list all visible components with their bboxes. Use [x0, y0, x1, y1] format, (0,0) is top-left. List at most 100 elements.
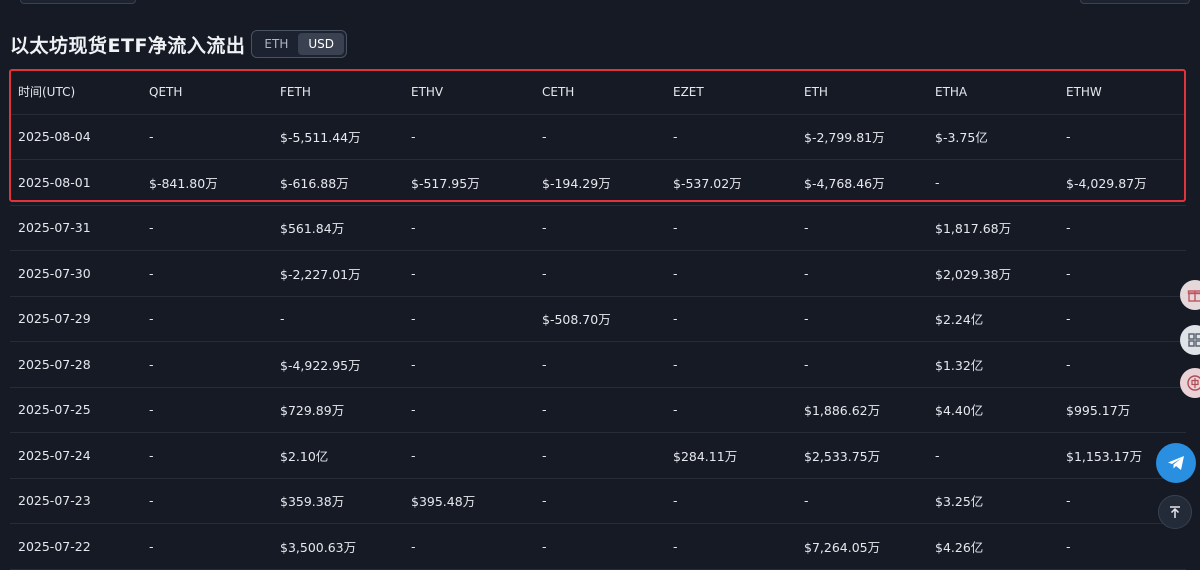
- cell-feth: $3,500.63万: [272, 524, 403, 570]
- cell-ethv: -: [403, 114, 534, 160]
- cell-feth: $729.89万: [272, 387, 403, 433]
- unit-toggle: ETH USD: [251, 30, 347, 58]
- cell-ezet: -: [665, 296, 796, 342]
- cell-date: 2025-07-29: [10, 296, 141, 342]
- cell-date: 2025-07-23: [10, 478, 141, 524]
- cell-ezet: -: [665, 114, 796, 160]
- cell-date: 2025-07-24: [10, 433, 141, 479]
- cell-qeth: -: [141, 251, 272, 297]
- cell-feth: -: [272, 296, 403, 342]
- cell-ceth: $-508.70万: [534, 296, 665, 342]
- cell-etha: -: [927, 433, 1058, 479]
- cell-ethv: -: [403, 251, 534, 297]
- cell-ezet: $-537.02万: [665, 160, 796, 206]
- telegram-button[interactable]: [1156, 443, 1196, 483]
- cell-eth: $7,264.05万: [796, 524, 927, 570]
- col-header-etha: ETHA: [927, 70, 1058, 114]
- col-header-ezet: EZET: [665, 70, 796, 114]
- language-icon: [1186, 374, 1200, 392]
- cell-ethw: -: [1058, 251, 1186, 297]
- table-row: 2025-07-28-$-4,922.95万----$1.32亿-: [10, 342, 1186, 388]
- cell-eth: $1,886.62万: [796, 387, 927, 433]
- col-header-ethw: ETHW: [1058, 70, 1186, 114]
- cell-qeth: $-841.80万: [141, 160, 272, 206]
- cell-etha: $3.25亿: [927, 478, 1058, 524]
- cell-ethv: $-517.95万: [403, 160, 534, 206]
- cell-ethv: -: [403, 433, 534, 479]
- grid-icon: [1187, 332, 1200, 348]
- cell-date: 2025-07-25: [10, 387, 141, 433]
- cell-feth: $-616.88万: [272, 160, 403, 206]
- table-row: 2025-07-22-$3,500.63万---$7,264.05万$4.26亿…: [10, 524, 1186, 570]
- cell-ezet: -: [665, 387, 796, 433]
- table-row: 2025-07-30-$-2,227.01万----$2,029.38万-: [10, 251, 1186, 297]
- cell-eth: -: [796, 296, 927, 342]
- cell-date: 2025-08-04: [10, 114, 141, 160]
- cell-etha: $1,817.68万: [927, 205, 1058, 251]
- cell-ethv: $395.48万: [403, 478, 534, 524]
- col-header-qeth: QETH: [141, 70, 272, 114]
- cell-date: 2025-07-22: [10, 524, 141, 570]
- cell-ethw: $995.17万: [1058, 387, 1186, 433]
- top-right-control[interactable]: [1080, 0, 1190, 4]
- col-header-eth: ETH: [796, 70, 927, 114]
- cell-qeth: -: [141, 296, 272, 342]
- cell-ceth: -: [534, 205, 665, 251]
- cell-qeth: -: [141, 478, 272, 524]
- cell-ethw: -: [1058, 296, 1186, 342]
- cell-ceth: -: [534, 342, 665, 388]
- cell-feth: $2.10亿: [272, 433, 403, 479]
- cell-date: 2025-07-30: [10, 251, 141, 297]
- col-header-time: 时间(UTC): [10, 70, 141, 114]
- cell-ethw: -: [1058, 114, 1186, 160]
- cell-ethv: -: [403, 524, 534, 570]
- cell-ethw: -: [1058, 205, 1186, 251]
- top-bar: [0, 0, 1200, 8]
- cell-feth: $359.38万: [272, 478, 403, 524]
- cell-qeth: -: [141, 387, 272, 433]
- cell-ethv: -: [403, 387, 534, 433]
- cell-eth: $2,533.75万: [796, 433, 927, 479]
- cell-date: 2025-07-28: [10, 342, 141, 388]
- cell-etha: $4.26亿: [927, 524, 1058, 570]
- cell-ethv: -: [403, 342, 534, 388]
- cell-qeth: -: [141, 524, 272, 570]
- cell-ceth: -: [534, 114, 665, 160]
- table-row: 2025-08-01$-841.80万$-616.88万$-517.95万$-1…: [10, 160, 1186, 206]
- cell-feth: $-5,511.44万: [272, 114, 403, 160]
- cell-ethw: -: [1058, 342, 1186, 388]
- section-header: 以太坊现货ETF净流入流出 ETH USD: [10, 28, 347, 60]
- cell-eth: -: [796, 205, 927, 251]
- cell-eth: -: [796, 342, 927, 388]
- cell-eth: $-4,768.46万: [796, 160, 927, 206]
- cell-qeth: -: [141, 342, 272, 388]
- table-row: 2025-07-29---$-508.70万--$2.24亿-: [10, 296, 1186, 342]
- cell-etha: $1.32亿: [927, 342, 1058, 388]
- cell-ethw: $-4,029.87万: [1058, 160, 1186, 206]
- col-header-feth: FETH: [272, 70, 403, 114]
- cell-etha: -: [927, 160, 1058, 206]
- toggle-eth[interactable]: ETH: [254, 33, 298, 55]
- cell-ezet: -: [665, 524, 796, 570]
- cell-ezet: $284.11万: [665, 433, 796, 479]
- cell-date: 2025-07-31: [10, 205, 141, 251]
- table-row: 2025-07-23-$359.38万$395.48万---$3.25亿-: [10, 478, 1186, 524]
- cell-eth: -: [796, 251, 927, 297]
- col-header-ethv: ETHV: [403, 70, 534, 114]
- cell-ceth: -: [534, 524, 665, 570]
- toggle-usd[interactable]: USD: [298, 33, 344, 55]
- table-row: 2025-07-25-$729.89万---$1,886.62万$4.40亿$9…: [10, 387, 1186, 433]
- table-row: 2025-08-04-$-5,511.44万---$-2,799.81万$-3.…: [10, 114, 1186, 160]
- cell-qeth: -: [141, 205, 272, 251]
- cell-ezet: -: [665, 205, 796, 251]
- cell-date: 2025-08-01: [10, 160, 141, 206]
- back-to-top-icon: [1168, 505, 1182, 519]
- cell-ceth: $-194.29万: [534, 160, 665, 206]
- back-to-top-button[interactable]: [1158, 495, 1192, 529]
- cell-ceth: -: [534, 478, 665, 524]
- cell-etha: $-3.75亿: [927, 114, 1058, 160]
- telegram-icon: [1165, 452, 1187, 474]
- cell-ethw: -: [1058, 524, 1186, 570]
- cell-feth: $561.84万: [272, 205, 403, 251]
- top-left-control[interactable]: [20, 0, 136, 4]
